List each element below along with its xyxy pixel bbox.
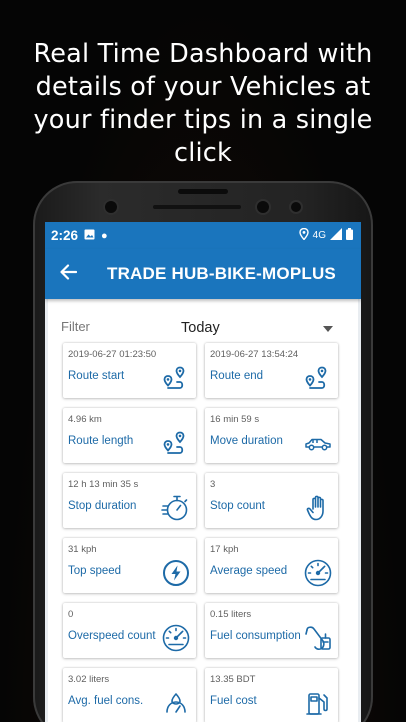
stat-label: Stop count — [210, 500, 265, 512]
fuel-icon — [161, 688, 191, 718]
stat-value: 3.02 liters — [68, 674, 110, 685]
stat-card[interactable]: 13.35 BDT Fuel cost — [205, 668, 338, 722]
phone-camera — [105, 201, 117, 213]
stat-card[interactable]: 16 min 59 s Move duration — [205, 408, 338, 463]
stat-value: 2019-06-27 01:23:50 — [68, 349, 157, 360]
stat-label: Route start — [68, 370, 125, 382]
stat-label: Route end — [210, 370, 264, 382]
speedometer-icon — [303, 558, 333, 588]
dashboard-panel: Filter Today 2019-06-27 01:23:50 Route st… — [48, 299, 358, 722]
image-notification-icon — [84, 229, 95, 243]
fuel-cost-icon — [303, 688, 333, 718]
stat-value: 2019-06-27 13:54:24 — [210, 349, 299, 360]
network-type: 4G — [312, 230, 326, 241]
stat-card[interactable]: 3.02 liters Avg. fuel cons. — [63, 668, 196, 722]
stat-card[interactable]: 3 Stop count — [205, 473, 338, 528]
lightning-icon — [161, 558, 191, 588]
phone-earpiece — [153, 205, 241, 209]
stat-card[interactable]: 4.96 km Route length — [63, 408, 196, 463]
stat-label: Overspeed count — [68, 630, 156, 642]
period-select[interactable]: Today — [178, 317, 333, 343]
stat-card[interactable]: 12 h 13 min 35 s Stop duration — [63, 473, 196, 528]
stopwatch-icon — [161, 493, 191, 523]
stat-value: 12 h 13 min 35 s — [68, 479, 139, 490]
stat-label: Top speed — [68, 565, 122, 577]
app-screen: 2:26 ● 4G TRADE HUB-BIKE-MOPLUS Filter T… — [45, 222, 361, 722]
stat-label: Avg. fuel cons. — [68, 695, 144, 707]
car-icon — [303, 428, 333, 458]
app-bar: TRADE HUB-BIKE-MOPLUS — [45, 249, 361, 299]
phone-sensor — [291, 202, 301, 212]
filter-label: Filter — [61, 319, 90, 334]
stat-value: 16 min 59 s — [210, 414, 260, 425]
stat-label: Fuel consumption — [210, 630, 301, 642]
dashboard-content: Filter Today 2019-06-27 01:23:50 Route st… — [45, 299, 361, 722]
stat-value: 17 kph — [210, 544, 239, 555]
stat-card[interactable]: 2019-06-27 01:23:50 Route start — [63, 343, 196, 398]
phone-sensor — [257, 201, 269, 213]
stat-card[interactable]: 17 kph Average speed — [205, 538, 338, 593]
hand-icon — [303, 493, 333, 523]
phone-speaker — [178, 189, 228, 194]
back-button[interactable] — [45, 263, 91, 285]
stat-card[interactable]: 2019-06-27 13:54:24 Route end — [205, 343, 338, 398]
location-icon — [298, 227, 309, 243]
route-icon — [161, 428, 191, 458]
arrow-left-icon — [59, 261, 78, 286]
page-title: TRADE HUB-BIKE-MOPLUS — [107, 264, 336, 283]
battery-icon — [346, 228, 353, 243]
route-icon — [161, 363, 191, 393]
stat-card[interactable]: 0 Overspeed count — [63, 603, 196, 658]
period-select-value: Today — [181, 320, 220, 336]
stat-value: 3 — [210, 479, 216, 490]
dot-notification-icon: ● — [101, 229, 108, 242]
stat-label: Stop duration — [68, 500, 137, 512]
stat-label: Fuel cost — [210, 695, 257, 707]
stat-value: 0 — [68, 609, 74, 620]
stat-value: 4.96 km — [68, 414, 102, 425]
stat-value: 0.15 liters — [210, 609, 252, 620]
stat-card[interactable]: 31 kph Top speed — [63, 538, 196, 593]
signal-icon — [330, 228, 342, 243]
status-bar: 2:26 ● 4G — [45, 222, 361, 249]
promo-headline: Real Time Dashboard with details of your… — [33, 39, 373, 168]
stat-card[interactable]: 0.15 liters Fuel consumption — [205, 603, 338, 658]
fuel-pump-icon — [303, 623, 333, 653]
speedometer-icon — [161, 623, 191, 653]
route-icon — [303, 363, 333, 393]
stat-value: 13.35 BDT — [210, 674, 256, 685]
status-time: 2:26 — [51, 228, 79, 243]
stat-label: Route length — [68, 435, 134, 447]
stat-label: Move duration — [210, 435, 283, 447]
stat-value: 31 kph — [68, 544, 97, 555]
stat-label: Average speed — [210, 565, 288, 577]
dropdown-arrow-icon — [323, 326, 333, 332]
